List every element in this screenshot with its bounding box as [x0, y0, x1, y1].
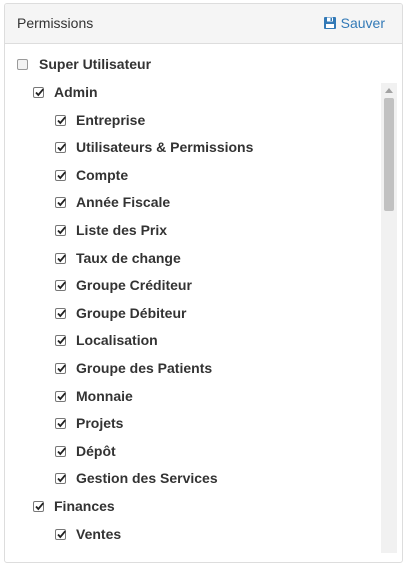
permission-checkbox[interactable]	[55, 307, 66, 319]
save-button[interactable]: Sauver	[323, 15, 385, 31]
permission-checkbox[interactable]	[55, 169, 66, 181]
permission-checkbox[interactable]	[55, 472, 66, 484]
permission-label: Groupe des Patients	[76, 360, 213, 376]
permission-row-taux-de-change[interactable]: Taux de change	[55, 248, 181, 268]
panel-title: Permissions	[17, 15, 94, 31]
permission-row-finances[interactable]: Finances	[33, 496, 115, 516]
permission-checkbox[interactable]	[33, 500, 44, 512]
permission-row-ventes[interactable]: Ventes	[55, 524, 121, 544]
permission-row-gestion-des-services[interactable]: Gestion des Services	[55, 468, 218, 488]
permission-checkbox[interactable]	[55, 362, 66, 374]
permission-checkbox[interactable]	[55, 445, 66, 457]
permission-checkbox[interactable]	[55, 224, 66, 236]
permission-row-groupe-crediteur[interactable]: Groupe Créditeur	[55, 275, 192, 295]
permission-checkbox[interactable]	[55, 196, 66, 208]
permission-row-super-utilisateur[interactable]: Super Utilisateur	[17, 54, 151, 74]
permission-checkbox[interactable]	[55, 334, 66, 346]
permission-checkbox[interactable]	[55, 417, 66, 429]
permission-row-monnaie[interactable]: Monnaie	[55, 386, 133, 406]
permission-row-groupe-debiteur[interactable]: Groupe Débiteur	[55, 303, 186, 323]
permission-checkbox[interactable]	[55, 390, 66, 402]
permission-row-admin[interactable]: Admin	[33, 82, 98, 102]
permission-row-liste-des-prix[interactable]: Liste des Prix	[55, 220, 167, 240]
permission-row-entreprise[interactable]: Entreprise	[55, 110, 145, 130]
scrollbar-thumb[interactable]	[384, 98, 394, 211]
permission-checkbox[interactable]	[55, 279, 66, 291]
permission-checkbox[interactable]	[55, 141, 66, 153]
permission-checkbox[interactable]	[55, 114, 66, 126]
permission-label: Localisation	[76, 332, 158, 348]
panel-heading: Permissions Sauver	[5, 4, 402, 44]
permission-label: Admin	[54, 84, 98, 100]
permission-checkbox[interactable]	[55, 252, 66, 264]
permission-label: Taux de change	[76, 250, 181, 266]
permission-row-localisation[interactable]: Localisation	[55, 330, 158, 350]
permission-row-depot[interactable]: Dépôt	[55, 441, 116, 461]
permission-label: Projets	[76, 415, 124, 431]
permission-label: Entreprise	[76, 112, 146, 128]
permission-label: Année Fiscale	[76, 194, 171, 210]
permission-label: Liste des Prix	[76, 222, 168, 238]
scroll-up-arrow-icon[interactable]	[381, 83, 397, 97]
permission-label: Groupe Débiteur	[76, 305, 187, 321]
permission-checkbox[interactable]	[33, 86, 44, 98]
permission-label: Ventes	[76, 526, 122, 542]
permission-checkbox[interactable]	[55, 528, 66, 540]
permission-row-utilisateurs-and-permissions[interactable]: Utilisateurs & Permissions	[55, 137, 253, 157]
floppy-disk-icon	[323, 17, 336, 29]
permission-row-compte[interactable]: Compte	[55, 165, 128, 185]
save-label: Sauver	[340, 15, 385, 31]
permission-label: Dépôt	[76, 443, 116, 459]
scrollbar[interactable]	[381, 83, 397, 553]
permission-label: Utilisateurs & Permissions	[76, 139, 254, 155]
permission-label: Groupe Créditeur	[76, 277, 192, 293]
permission-row-annee-fiscale[interactable]: Année Fiscale	[55, 192, 170, 212]
permission-label: Super Utilisateur	[39, 56, 152, 72]
super-utilisateur-checkbox[interactable]	[17, 58, 28, 70]
permission-row-groupe-des-patients[interactable]: Groupe des Patients	[55, 358, 212, 378]
permission-label: Compte	[76, 167, 129, 183]
permission-label: Monnaie	[76, 388, 133, 404]
permission-row-projets[interactable]: Projets	[55, 413, 123, 433]
permission-label: Gestion des Services	[76, 470, 218, 486]
permission-label: Finances	[54, 498, 115, 514]
